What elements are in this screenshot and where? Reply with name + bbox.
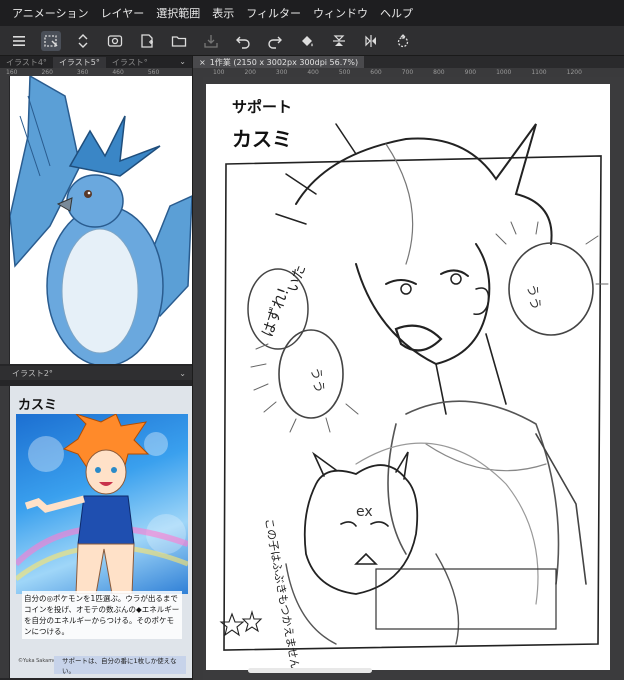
open-icon[interactable] (169, 31, 189, 51)
vertical-ruler (0, 386, 9, 678)
chevron-down-icon[interactable]: ⌄ (179, 57, 186, 66)
vertical-ruler (193, 77, 203, 680)
tab-illust[interactable]: イラスト° (106, 57, 154, 68)
sketch-ex: ex (356, 504, 373, 520)
sub-view-pane: イラスト4° イラスト5° イラスト° ⌄ 160 260 360 460 56… (0, 56, 192, 680)
misty-card-reference-image: カスミ 自分の◎ポケモンを1匹選ぶ。ウラが出るまでコインを投げ、オモテの数ぶんの… (10, 386, 192, 678)
sketch-note: この子はふぶきもつかえません (262, 517, 301, 670)
sketch-bubble-left2: いた (285, 263, 310, 295)
articuno-reference-image (10, 76, 192, 364)
canvas-pane: × 1作業 (2150 x 3002px 300dpi 56.7%) 100 2… (192, 56, 624, 680)
close-icon[interactable]: × (199, 58, 206, 67)
menu-view[interactable]: 表示 (212, 5, 234, 21)
menu-animation[interactable]: アニメーション (12, 5, 89, 21)
fill-icon[interactable] (297, 31, 317, 51)
sketch-label-support: サポート (232, 98, 292, 116)
redo-icon[interactable] (265, 31, 285, 51)
card-effect-text: 自分の◎ポケモンを1匹選ぶ。ウラが出るまでコインを投げ、オモテの数ぶんの◆エネル… (22, 591, 182, 639)
reference-header: イラスト2° ⌄ (0, 366, 192, 380)
menu-help[interactable]: ヘルプ (380, 5, 413, 21)
undo-icon[interactable] (233, 31, 253, 51)
flip-vertical-icon[interactable] (329, 31, 349, 51)
menu-icon[interactable] (9, 31, 29, 51)
view-icon[interactable] (105, 31, 125, 51)
sketch-bubble-right: うう (523, 283, 542, 311)
home-indicator[interactable] (248, 668, 372, 673)
updown-icon[interactable] (73, 31, 93, 51)
tab-illust5[interactable]: イラスト5° (52, 56, 106, 68)
sketch-bubble-uu: うう (307, 366, 326, 394)
sketch-label-name: カスミ (232, 127, 292, 151)
menu-layer[interactable]: レイヤー (101, 5, 145, 21)
horizontal-ruler: 160 260 360 460 560 (0, 68, 192, 76)
tab-canvas[interactable]: × 1作業 (2150 x 3002px 300dpi 56.7%) (193, 56, 365, 68)
sketch-bubble-left: はずれ! (258, 285, 292, 339)
command-bar (0, 26, 624, 56)
menu-selection[interactable]: 選択範囲 (156, 5, 200, 21)
card-rule-text: サポートは、自分の番に1枚しか使えない。 (54, 656, 186, 675)
reference-panel-top: イラスト4° イラスト5° イラスト° ⌄ 160 260 360 460 56… (0, 56, 192, 366)
reference-title[interactable]: イラスト2° (12, 368, 53, 379)
flip-horizontal-icon[interactable] (361, 31, 381, 51)
horizontal-ruler: 100 200 300 400 500 600 700 800 900 1000… (193, 68, 624, 77)
layer-select-icon[interactable] (41, 30, 61, 51)
menu-bar: アニメーション レイヤー 選択範囲 表示 フィルター ウィンドウ ヘルプ (0, 0, 624, 26)
reference-panel-bottom: イラスト2° ⌄ カスミ 自分の◎ポケモンを1匹選ぶ。ウラが出るまでコインを投げ… (0, 366, 192, 680)
canvas-tab-label: 1作業 (2150 x 3002px 300dpi 56.7%) (209, 57, 359, 67)
menu-window[interactable]: ウィンドウ (313, 5, 368, 21)
canvas-paper[interactable]: サポート カスミ はずれ! いた うう うう この子はふぶきもつかえません ex (206, 84, 610, 670)
canvas-tabbar: × 1作業 (2150 x 3002px 300dpi 56.7%) (193, 56, 624, 68)
reference-tabbar: イラスト4° イラスト5° イラスト° ⌄ (0, 56, 192, 68)
card-artwork (16, 414, 188, 594)
chevron-down-icon[interactable]: ⌄ (179, 369, 186, 378)
vertical-ruler (0, 76, 9, 364)
menu-filter[interactable]: フィルター (246, 5, 301, 21)
tab-illust4[interactable]: イラスト4° (0, 57, 53, 68)
sketch-drawing: サポート カスミ はずれ! いた うう うう この子はふぶきもつかえません ex (219, 98, 609, 670)
save-icon[interactable] (201, 31, 221, 51)
new-canvas-icon[interactable] (137, 31, 157, 51)
rotate-icon[interactable] (393, 31, 413, 51)
card-title: カスミ (18, 398, 58, 413)
